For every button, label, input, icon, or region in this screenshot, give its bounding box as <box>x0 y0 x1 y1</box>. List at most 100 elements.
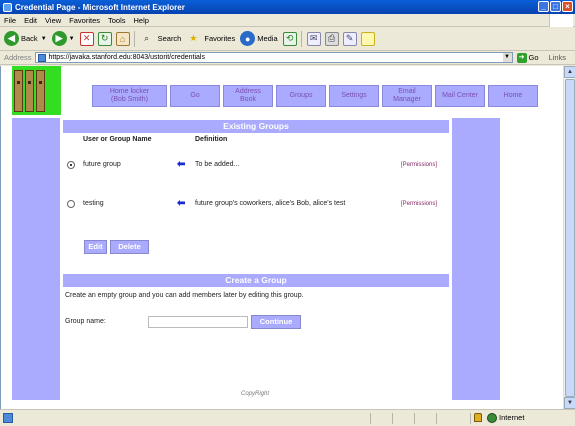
locker-icon <box>25 70 34 112</box>
lock-icon <box>474 413 482 422</box>
group-name-input[interactable] <box>148 316 248 328</box>
menu-tools[interactable]: Tools <box>108 16 126 25</box>
column-header-name: User or Group Name <box>83 136 152 143</box>
locker-logo <box>12 66 61 115</box>
nav-home[interactable]: Home <box>488 85 538 107</box>
mail-icon[interactable]: ✉ <box>306 31 321 46</box>
address-bar: Address https://javaka.stanford.edu:8043… <box>0 51 575 65</box>
search-button[interactable]: ⌕ Search <box>140 32 182 46</box>
group-radio-testing[interactable] <box>67 200 75 208</box>
address-input[interactable]: https://javaka.stanford.edu:8043/ustorit… <box>34 52 513 63</box>
address-dropdown-icon[interactable]: ▼ <box>502 53 512 62</box>
toolbar: ◀ Back ▼ ▶ ▼ ✕ ↻ ⌂ ⌕ Search ★ Favorites … <box>0 27 575 51</box>
security-zone-label: Internet <box>499 413 525 422</box>
nav-email-manager[interactable]: Email Manager <box>382 85 432 107</box>
window-title: Credential Page - Microsoft Internet Exp… <box>15 2 185 12</box>
vertical-scrollbar[interactable]: ▲ ▼ <box>563 66 575 409</box>
status-divider <box>392 413 393 424</box>
nav-settings[interactable]: Settings <box>329 85 379 107</box>
create-group-header: Create a Group <box>63 274 449 287</box>
page-status-icon <box>3 413 13 423</box>
print-icon[interactable]: ⎙ <box>324 31 339 46</box>
menu-help[interactable]: Help <box>134 16 149 25</box>
go-label: Go <box>528 53 539 62</box>
stop-icon[interactable]: ✕ <box>79 31 94 46</box>
address-url: https://javaka.stanford.edu:8043/ustorit… <box>48 54 205 61</box>
home-icon[interactable]: ⌂ <box>115 31 130 46</box>
left-arrow-icon: ⬅ <box>177 198 186 209</box>
copyright: CopyRight <box>241 391 270 397</box>
group-definition: To be added... <box>195 161 240 168</box>
column-header-definition: Definition <box>195 136 228 143</box>
refresh-icon[interactable]: ↻ <box>97 31 112 46</box>
links-button[interactable]: Links <box>549 53 567 62</box>
edit-button[interactable]: Edit <box>84 240 107 254</box>
toolbar-separator <box>300 30 302 47</box>
menu-view[interactable]: View <box>45 16 61 25</box>
nav-address-book[interactable]: Address Book <box>223 85 273 107</box>
permissions-link[interactable]: [Permissions] <box>401 201 437 207</box>
forward-button[interactable]: ▶ ▼ <box>51 31 75 46</box>
scroll-thumb[interactable] <box>565 79 575 397</box>
create-group-description: Create an empty group and you can add me… <box>65 292 304 299</box>
minimize-button[interactable]: _ <box>538 1 549 12</box>
star-icon: ★ <box>189 33 198 43</box>
locker-icon <box>14 70 23 112</box>
continue-button[interactable]: Continue <box>251 315 301 329</box>
page-icon <box>37 53 46 62</box>
right-side-panel <box>452 118 500 400</box>
forward-arrow-icon: ▶ <box>51 31 67 46</box>
media-button[interactable]: ● Media <box>240 31 278 46</box>
close-button[interactable]: × <box>562 1 573 12</box>
history-icon[interactable]: ⟲ <box>282 31 297 46</box>
group-definition: future group's coworkers, alice's Bob, a… <box>195 200 346 207</box>
locker-icon <box>36 70 45 112</box>
main-nav: Home locker (Bob Smith) Go Address Book … <box>92 85 538 107</box>
back-arrow-icon: ◀ <box>4 31 19 46</box>
title-bar: Credential Page - Microsoft Internet Exp… <box>0 0 575 14</box>
toolbar-separator <box>133 30 135 47</box>
left-side-panel <box>12 118 60 400</box>
page-content: Home locker (Bob Smith) Go Address Book … <box>0 66 563 409</box>
menu-edit[interactable]: Edit <box>24 16 37 25</box>
media-label: Media <box>257 34 278 43</box>
windows-logo-icon <box>549 14 573 27</box>
status-divider <box>414 413 415 424</box>
status-divider <box>436 413 437 424</box>
nav-home-locker[interactable]: Home locker (Bob Smith) <box>92 85 167 107</box>
status-divider <box>470 413 471 424</box>
edit-page-icon[interactable]: ✎ <box>342 31 357 46</box>
nav-mail-center[interactable]: Mail Center <box>435 85 485 107</box>
back-button[interactable]: ◀ Back ▼ <box>4 31 47 46</box>
permissions-link[interactable]: [Permissions] <box>401 162 437 168</box>
status-bar: Internet <box>0 409 575 426</box>
menu-bar: File Edit View Favorites Tools Help <box>0 14 575 27</box>
menu-favorites[interactable]: Favorites <box>69 16 100 25</box>
group-radio-future-group[interactable] <box>67 161 75 169</box>
ie-icon <box>3 2 12 12</box>
nav-go[interactable]: Go <box>170 85 220 107</box>
nav-groups[interactable]: Groups <box>276 85 326 107</box>
status-divider <box>370 413 371 424</box>
internet-zone-icon <box>487 413 497 423</box>
go-arrow-icon: ➜ <box>516 52 527 63</box>
back-label: Back <box>21 34 38 43</box>
menu-file[interactable]: File <box>4 16 16 25</box>
search-icon: ⌕ <box>144 33 150 43</box>
search-label: Search <box>157 34 182 43</box>
scroll-down-icon[interactable]: ▼ <box>564 397 575 409</box>
address-label: Address <box>4 53 32 62</box>
group-name: future group <box>83 161 121 168</box>
left-arrow-icon: ⬅ <box>177 159 186 170</box>
favorites-button[interactable]: ★ Favorites <box>186 32 235 46</box>
favorites-label: Favorites <box>204 34 236 43</box>
group-name-label: Group name: <box>65 318 106 325</box>
messenger-icon[interactable] <box>360 31 375 46</box>
scroll-up-icon[interactable]: ▲ <box>564 66 575 78</box>
delete-button[interactable]: Delete <box>110 240 149 254</box>
existing-groups-header: Existing Groups <box>63 120 449 133</box>
maximize-button[interactable]: □ <box>550 1 561 12</box>
group-name: testing <box>83 200 104 207</box>
media-icon: ● <box>240 31 256 46</box>
go-button[interactable]: ➜ Go <box>516 52 539 63</box>
